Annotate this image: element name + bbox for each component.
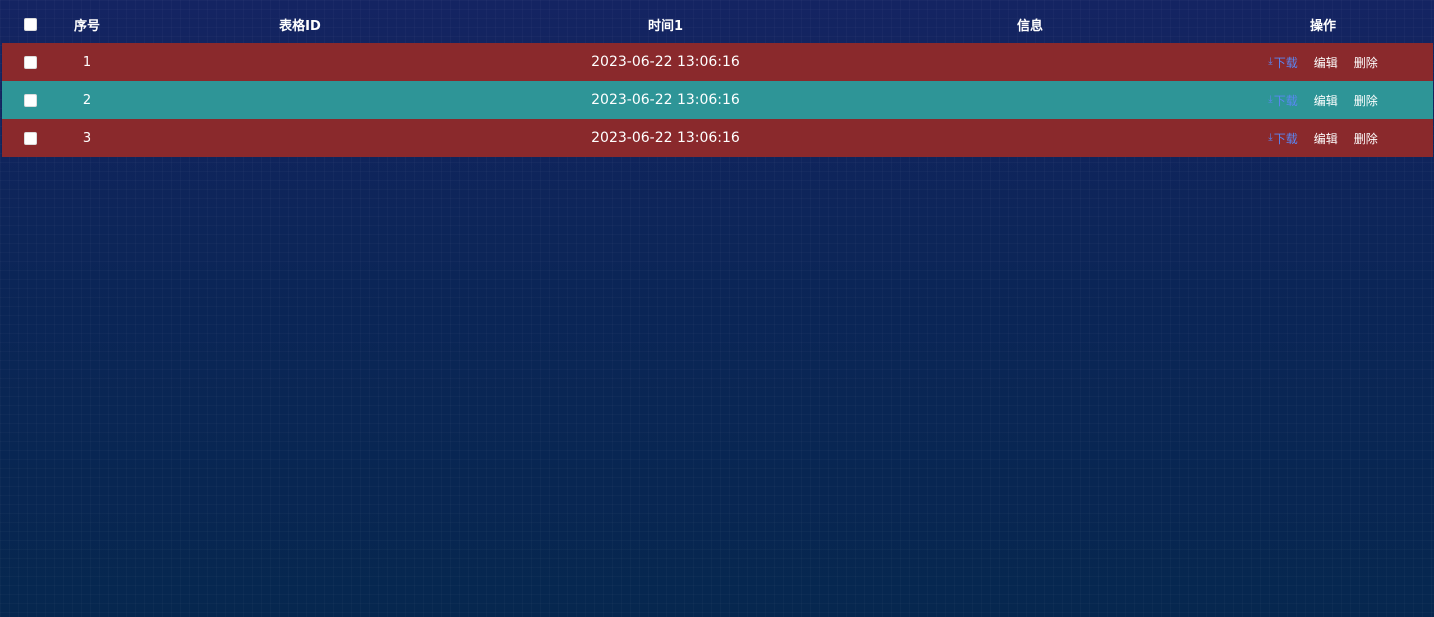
column-header-time[interactable]: 时间1	[484, 6, 847, 43]
edit-button[interactable]: 编辑	[1314, 130, 1338, 147]
download-button[interactable]: ⤓ 下载	[1268, 92, 1297, 109]
table-row[interactable]: 1 2023-06-22 13:06:16 ⤓ 下载 编辑 删除	[2, 43, 1433, 81]
row-info	[847, 81, 1213, 119]
data-table: 序号 表格ID 时间1 信息 操作 1 2023-06-22 13:06:16 …	[2, 6, 1433, 157]
row-index: 3	[82, 130, 92, 146]
row-time: 2023-06-22 13:06:16	[591, 92, 740, 108]
row-checkbox[interactable]	[23, 131, 37, 145]
delete-button[interactable]: 删除	[1354, 54, 1378, 71]
download-button[interactable]: ⤓ 下载	[1268, 54, 1297, 71]
download-button[interactable]: ⤓ 下载	[1268, 130, 1297, 147]
row-table-id	[116, 119, 484, 157]
edit-button[interactable]: 编辑	[1314, 92, 1338, 109]
download-label: 下载	[1273, 55, 1298, 70]
delete-button[interactable]: 删除	[1354, 92, 1378, 109]
row-time: 2023-06-22 13:06:16	[591, 130, 740, 146]
edit-button[interactable]: 编辑	[1314, 54, 1338, 71]
download-label: 下载	[1273, 131, 1298, 146]
column-header-actions: 操作	[1309, 19, 1336, 34]
row-checkbox-cell	[2, 43, 58, 81]
download-icon: ⤓	[1268, 94, 1273, 105]
column-header-index[interactable]: 序号	[58, 6, 116, 43]
row-actions: ⤓ 下载 编辑 删除	[1213, 119, 1433, 157]
row-actions: ⤓ 下载 编辑 删除	[1213, 81, 1433, 119]
row-table-id	[116, 43, 484, 81]
column-header-table-id[interactable]: 表格ID	[116, 6, 484, 43]
row-info	[847, 43, 1213, 81]
download-label: 下载	[1273, 93, 1298, 108]
row-actions: ⤓ 下载 编辑 删除	[1213, 43, 1433, 81]
row-checkbox-cell	[2, 81, 58, 119]
row-checkbox-cell	[2, 119, 58, 157]
select-all-checkbox[interactable]	[23, 18, 37, 31]
row-index: 2	[82, 92, 92, 108]
column-header-info[interactable]: 信息	[847, 6, 1213, 43]
row-index: 1	[82, 54, 92, 70]
row-table-id	[116, 81, 484, 119]
download-icon: ⤓	[1268, 56, 1273, 67]
table-row[interactable]: 2 2023-06-22 13:06:16 ⤓ 下载 编辑 删除	[2, 81, 1433, 119]
row-info	[847, 119, 1213, 157]
table-header: 序号 表格ID 时间1 信息 操作	[2, 6, 1433, 43]
table-row[interactable]: 3 2023-06-22 13:06:16 ⤓ 下载 编辑 删除	[2, 119, 1433, 157]
row-checkbox[interactable]	[23, 55, 37, 69]
row-time: 2023-06-22 13:06:16	[591, 54, 740, 70]
download-icon: ⤓	[1268, 132, 1273, 143]
header-checkbox-cell	[2, 6, 58, 43]
row-checkbox[interactable]	[23, 93, 37, 107]
delete-button[interactable]: 删除	[1354, 130, 1378, 147]
